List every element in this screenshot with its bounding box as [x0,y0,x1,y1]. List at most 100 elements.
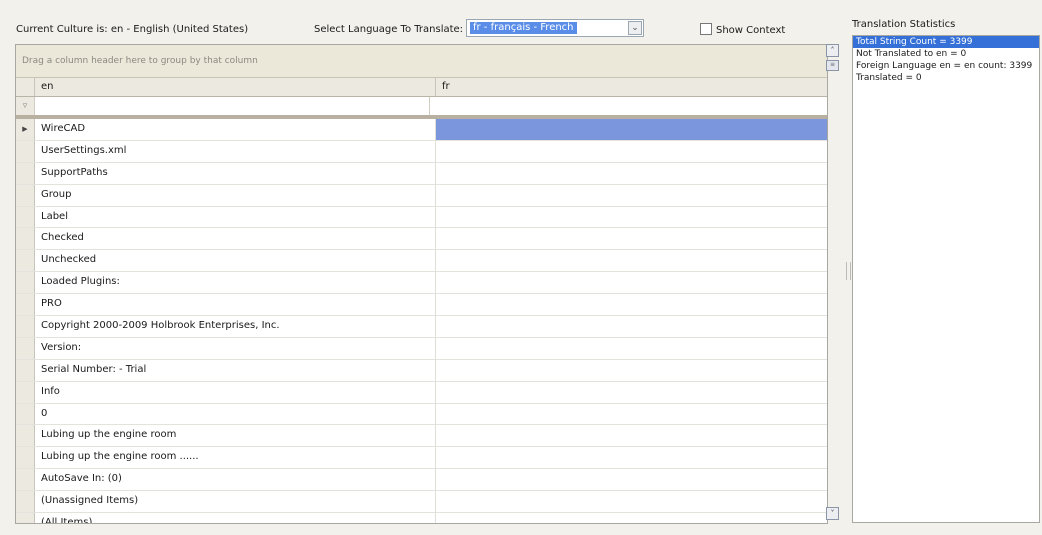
row-selector[interactable] [16,381,35,403]
column-header-en[interactable]: en [35,78,436,96]
cell-fr[interactable] [436,491,827,512]
cell-fr[interactable] [436,360,827,381]
table-row[interactable]: Info [16,381,827,404]
table-row[interactable]: PRO [16,294,827,317]
group-by-panel[interactable]: Drag a column header here to group by th… [16,45,827,78]
grid-body: ▶ WireCAD UserSettings.xml SupportPaths Grou… [16,119,827,523]
cell-fr[interactable] [436,316,827,337]
cell-en[interactable]: Loaded Plugins: [35,272,436,294]
cell-fr[interactable] [436,338,827,359]
cell-fr[interactable] [436,228,827,249]
table-row[interactable]: ▶ WireCAD [16,119,827,141]
row-selector[interactable] [16,140,35,162]
cell-en[interactable]: Lubing up the engine room ...... [35,447,436,469]
row-selector[interactable] [16,469,35,491]
panel-splitter-handle[interactable] [846,262,851,280]
table-row[interactable]: Unchecked [16,250,827,273]
stats-item[interactable]: Total String Count = 3399 [853,36,1039,48]
cell-fr[interactable] [436,404,827,425]
cell-en[interactable]: Copyright 2000-2009 Holbrook Enterprises… [35,316,436,337]
cell-en[interactable]: Label [35,206,436,228]
stats-item[interactable]: Foreign Language en = en count: 3399 [853,60,1039,72]
cell-en[interactable]: WireCAD [35,119,436,140]
cell-en[interactable]: Unchecked [35,250,436,272]
cell-en[interactable]: Lubing up the engine room [35,425,436,447]
row-selector[interactable] [16,491,35,513]
row-selector[interactable] [16,316,35,337]
row-selector[interactable] [16,162,35,184]
filter-cell-en[interactable] [35,97,430,115]
table-row[interactable]: Group [16,184,827,207]
table-row[interactable]: AutoSave In: (0) [16,469,827,492]
filter-row: ▿ [16,97,827,119]
cell-en[interactable]: Checked [35,228,436,250]
row-selector[interactable] [16,294,35,316]
row-selector[interactable] [16,250,35,272]
column-header-fr[interactable]: fr [436,78,827,96]
row-selector[interactable] [16,403,35,425]
chevron-down-icon[interactable]: ⌄ [628,21,642,35]
table-row[interactable]: UserSettings.xml [16,140,827,163]
table-row[interactable]: SupportPaths [16,162,827,185]
cell-en[interactable]: Info [35,381,436,403]
cell-fr[interactable] [436,425,827,446]
row-selector[interactable] [16,206,35,228]
current-row-indicator-icon[interactable]: ▶ [16,119,35,140]
table-row[interactable]: Copyright 2000-2009 Holbrook Enterprises… [16,316,827,338]
cell-fr[interactable] [436,382,827,403]
scroll-down-icon[interactable]: ˅ [826,507,839,520]
cell-en[interactable]: AutoSave In: (0) [35,469,436,491]
cell-fr[interactable] [436,119,827,140]
row-selector[interactable] [16,447,35,469]
cell-fr[interactable] [436,185,827,206]
table-row[interactable]: (All Items) [16,513,827,523]
cell-fr[interactable] [436,141,827,162]
table-row[interactable]: (Unassigned Items) [16,491,827,514]
cell-fr[interactable] [436,272,827,293]
cell-en[interactable]: (All Items) [35,513,436,523]
table-row[interactable]: Version: [16,337,827,360]
current-culture-label: Current Culture is: en - English (United… [16,24,249,35]
filter-icon[interactable]: ▿ [16,97,35,115]
row-selector[interactable] [16,425,35,447]
table-row[interactable]: Loaded Plugins: [16,272,827,295]
row-selector[interactable] [16,272,35,294]
table-row[interactable]: Lubing up the engine room [16,425,827,448]
cell-fr[interactable] [436,163,827,184]
vertical-scrollbar[interactable]: ˄ ≡ ˅ [826,44,840,524]
filter-cell-fr[interactable] [430,97,827,115]
cell-en[interactable]: PRO [35,294,436,316]
cell-fr[interactable] [436,294,827,315]
scroll-up-icon[interactable]: ˄ [826,44,839,57]
show-context-checkbox[interactable]: Show Context [700,23,785,36]
cell-en[interactable]: Group [35,184,436,206]
row-selector[interactable] [16,513,35,523]
cell-en[interactable]: 0 [35,403,436,425]
cell-en[interactable]: (Unassigned Items) [35,491,436,513]
cell-fr[interactable] [436,469,827,490]
stats-item[interactable]: Not Translated to en = 0 [853,48,1039,60]
table-row[interactable]: Label [16,206,827,229]
cell-fr[interactable] [436,447,827,468]
row-selector[interactable] [16,337,35,359]
cell-en[interactable]: Serial Number: - Trial [35,359,436,381]
checkbox-box[interactable] [700,23,712,35]
stats-item[interactable]: Translated = 0 [853,72,1039,84]
cell-fr[interactable] [436,207,827,228]
table-row[interactable]: Serial Number: - Trial [16,359,827,382]
row-selector[interactable] [16,359,35,381]
table-row[interactable]: Lubing up the engine room ...... [16,447,827,470]
table-row[interactable]: 0 [16,403,827,426]
language-select-value: fr - français - French [470,22,577,34]
cell-en[interactable]: UserSettings.xml [35,140,436,162]
cell-en[interactable]: Version: [35,337,436,359]
cell-fr[interactable] [436,250,827,271]
row-selector[interactable] [16,184,35,206]
language-select[interactable]: fr - français - French ⌄ [466,19,644,37]
cell-en[interactable]: SupportPaths [35,162,436,184]
translation-stats-list: Total String Count = 3399 Not Translated … [852,35,1040,523]
table-row[interactable]: Checked [16,228,827,251]
row-selector[interactable] [16,228,35,250]
scroll-thumb[interactable]: ≡ [826,60,839,71]
cell-fr[interactable] [436,513,827,523]
